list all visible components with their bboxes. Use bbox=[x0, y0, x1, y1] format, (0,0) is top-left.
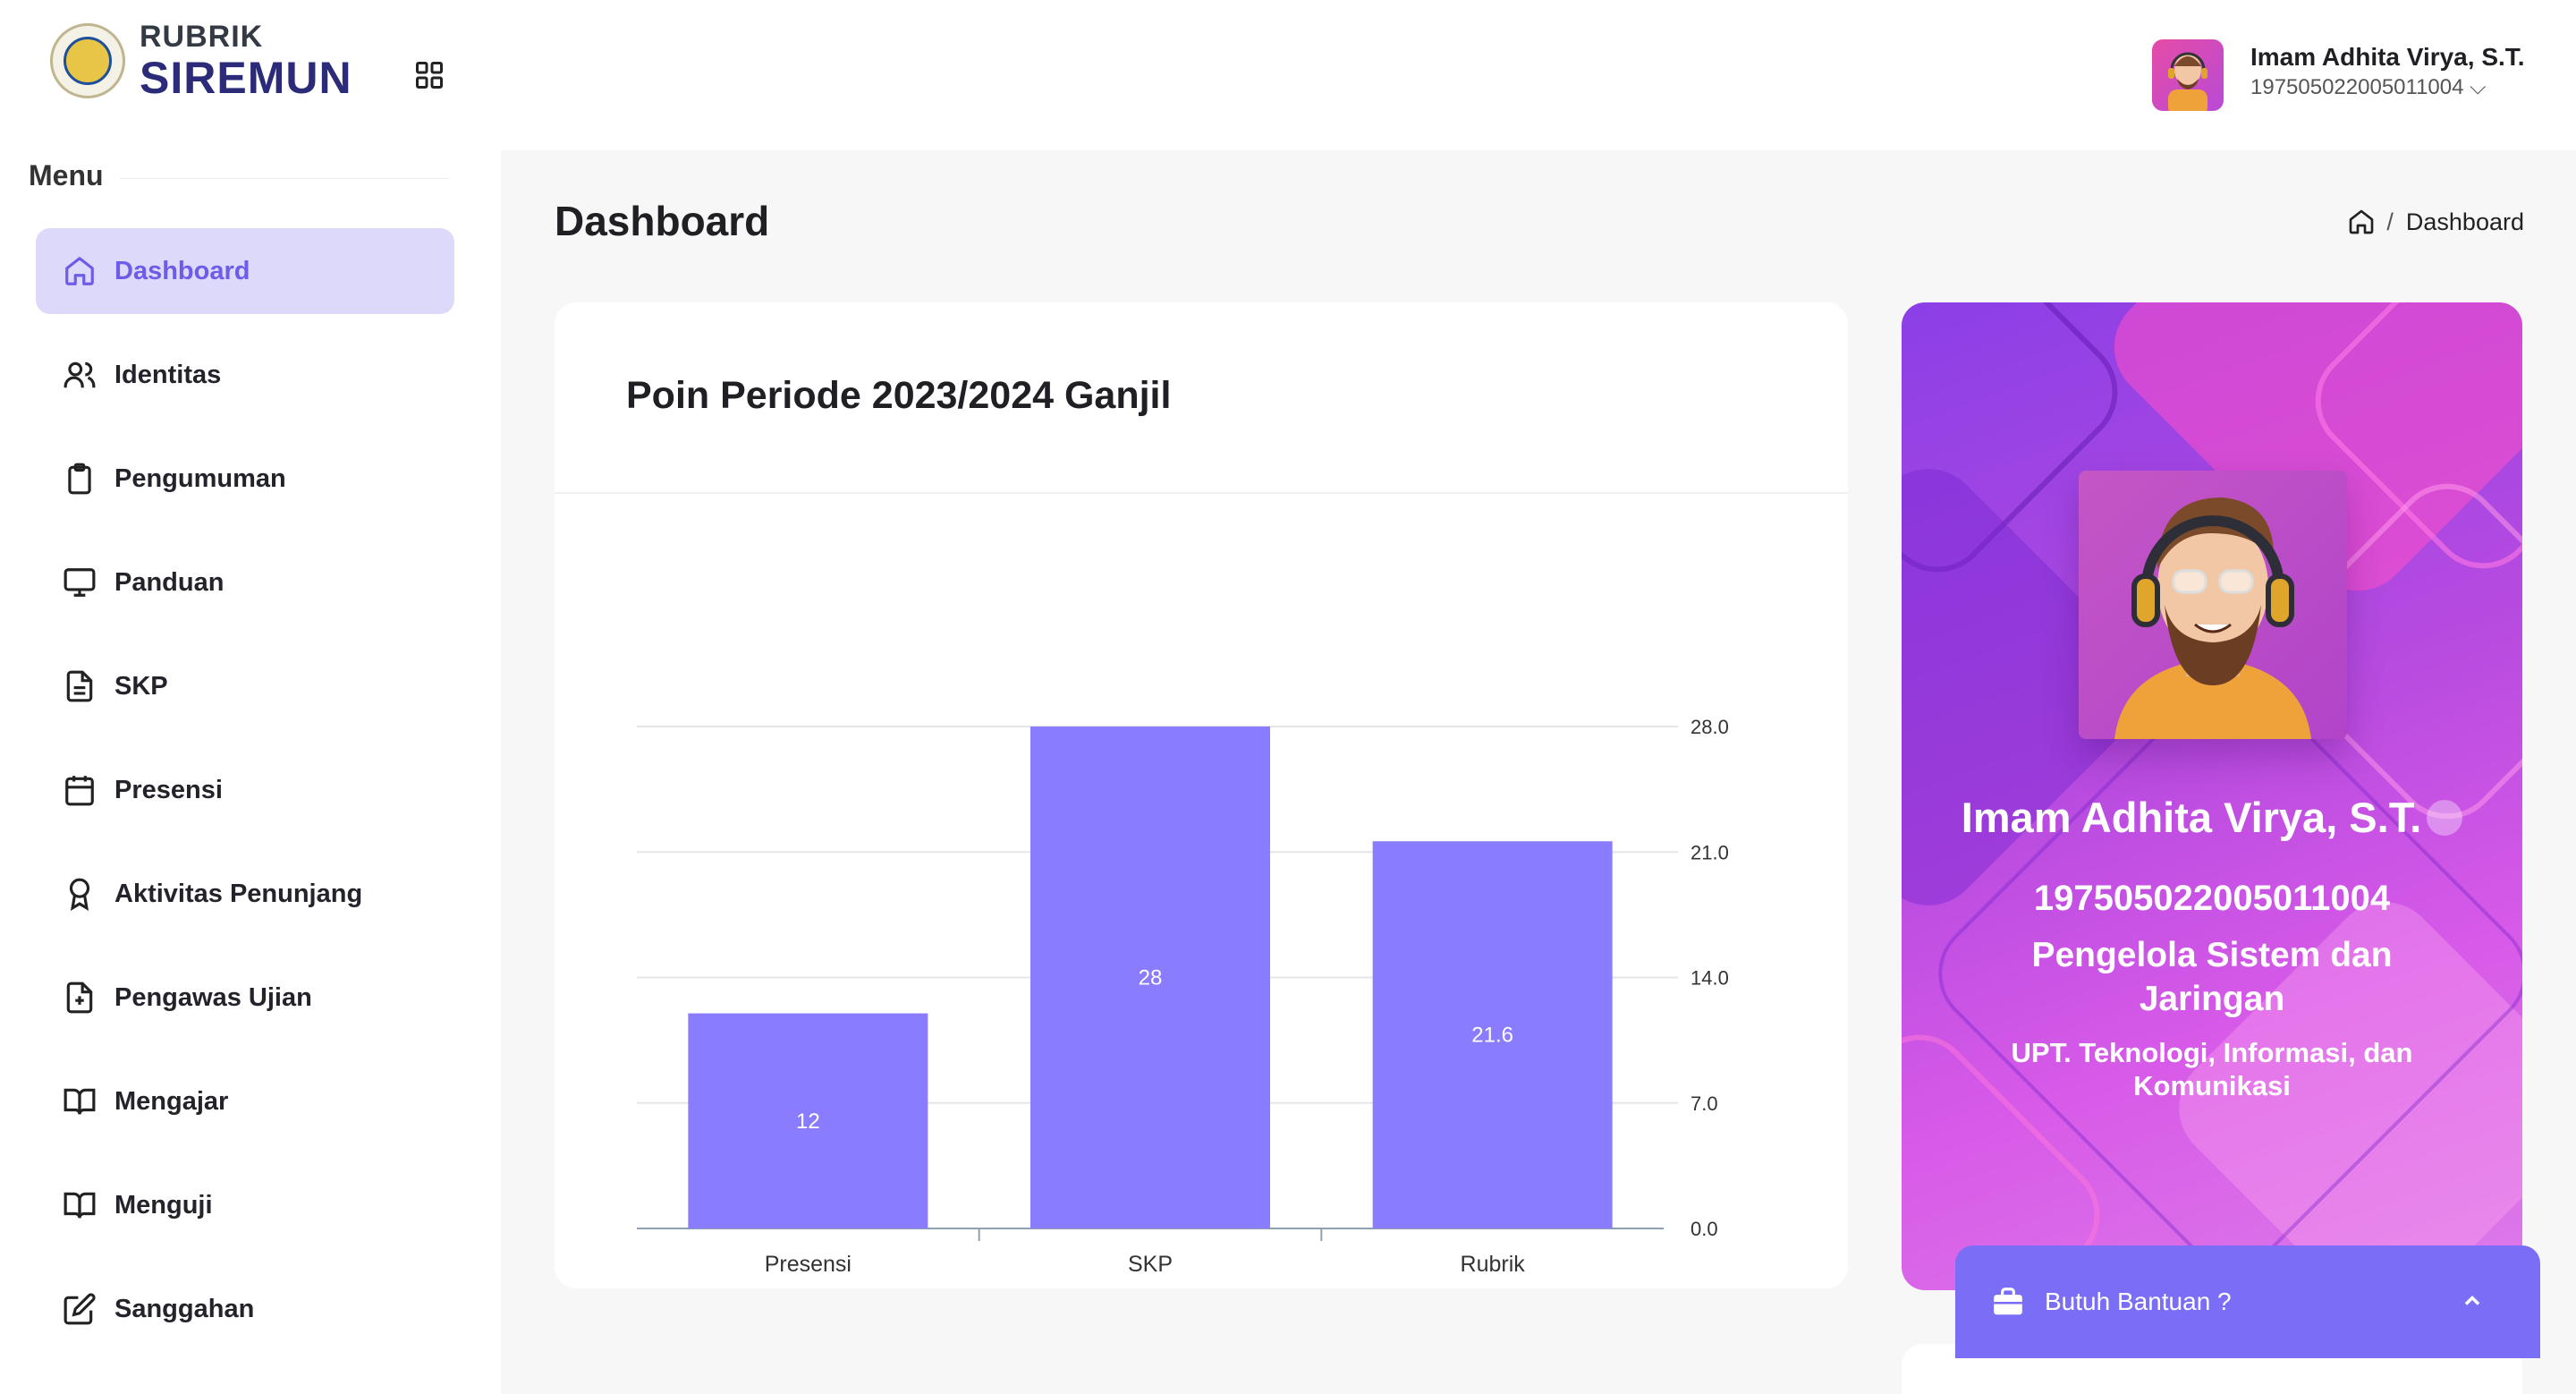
document-icon bbox=[66, 670, 93, 702]
header-user-name[interactable]: Imam Adhita Virya, S.T. bbox=[2250, 43, 2525, 72]
sidebar-item-aktivitas-penunjang[interactable]: Aktivitas Penunjang bbox=[36, 851, 454, 937]
profile-avatar-illustration-icon bbox=[2114, 497, 2311, 739]
user-avatar[interactable] bbox=[2152, 39, 2224, 111]
avatar-illustration-icon bbox=[2168, 52, 2207, 111]
breadcrumb-separator: / bbox=[2386, 208, 2394, 235]
sidebar-item-menguji[interactable]: Menguji bbox=[36, 1162, 454, 1248]
chart-title: Poin Periode 2023/2024 Ganjil bbox=[626, 374, 1172, 417]
x-tick-label: SKP bbox=[1128, 1252, 1173, 1277]
home-icon bbox=[65, 257, 94, 285]
sidebar-item-label: SKP bbox=[114, 671, 168, 701]
profile-card: Imam Adhita Virya, S.T. 1975050220050110… bbox=[1902, 302, 2522, 1290]
brand-line1: RUBRIK bbox=[140, 20, 264, 54]
monitor-icon bbox=[64, 568, 96, 597]
profile-role: Pengelola Sistem dan Jaringan bbox=[2031, 936, 2393, 1018]
sidebar-item-pengumuman[interactable]: Pengumuman bbox=[36, 436, 454, 522]
bar-value-label: 21.6 bbox=[1471, 1024, 1513, 1048]
profile-photo bbox=[2079, 471, 2347, 739]
sidebar-item-identitas[interactable]: Identitas bbox=[36, 332, 454, 418]
calendar-icon bbox=[65, 776, 94, 806]
sidebar-item-skp[interactable]: SKP bbox=[36, 643, 454, 729]
y-tick-label: 28.0 bbox=[1690, 716, 1729, 738]
university-seal-icon bbox=[50, 23, 125, 98]
breadcrumb: / Dashboard bbox=[2347, 208, 2524, 236]
book-open-icon bbox=[64, 1192, 96, 1219]
profile-name: Imam Adhita Virya, S.T. bbox=[1902, 793, 2522, 842]
book-open-icon bbox=[64, 1088, 96, 1115]
help-widget[interactable]: Butuh Bantuan ? bbox=[1955, 1245, 2540, 1358]
award-icon bbox=[69, 878, 90, 911]
verified-check-icon bbox=[2427, 799, 2463, 836]
sidebar-item-dashboard[interactable]: Dashboard bbox=[36, 228, 454, 314]
sidebar-item-panduan[interactable]: Panduan bbox=[36, 540, 454, 625]
header-user-id-dropdown[interactable]: 197505022005011004 ⌵ bbox=[2250, 75, 2486, 100]
sidebar-item-sanggahan[interactable]: Sanggahan bbox=[36, 1266, 454, 1352]
edit-icon bbox=[64, 1293, 96, 1325]
sidebar-item-pengawas-ujian[interactable]: Pengawas Ujian bbox=[36, 955, 454, 1041]
breadcrumb-current: Dashboard bbox=[2405, 208, 2524, 235]
clipboard-icon bbox=[68, 463, 91, 495]
chevron-up-icon[interactable] bbox=[2460, 1288, 2485, 1313]
home-icon[interactable] bbox=[2347, 208, 2376, 236]
x-tick-label: Presensi bbox=[765, 1252, 852, 1277]
sidebar-item-presensi[interactable]: Presensi bbox=[36, 747, 454, 833]
profile-unit: UPT. Teknologi, Informasi, dan Komunikas… bbox=[2011, 1037, 2413, 1102]
briefcase-icon bbox=[1994, 1288, 2022, 1315]
profile-nip: 197505022005011004 bbox=[2033, 879, 2391, 918]
brand-line2: SIREMUN bbox=[140, 53, 352, 103]
sidebar-item-mengajar[interactable]: Mengajar bbox=[36, 1058, 454, 1144]
y-tick-label: 14.0 bbox=[1690, 967, 1729, 990]
sidebar-item-label: Presensi bbox=[114, 775, 223, 804]
file-plus-icon bbox=[66, 982, 93, 1014]
grid-icon[interactable] bbox=[413, 59, 445, 91]
sidebar-item-label: Identitas bbox=[114, 360, 222, 389]
bar-chart: 0.0 7.0 14.0 21.0 28.0 12 Presensi 28 SKP 21.6 Rub… bbox=[637, 716, 1729, 1277]
brand-logo[interactable]: RUBRIK SIREMUN bbox=[50, 21, 352, 100]
sidebar-item-label: Mengajar bbox=[114, 1086, 229, 1116]
bar-value-label: 12 bbox=[796, 1109, 820, 1134]
page-title: Dashboard bbox=[555, 198, 770, 244]
sidebar-item-label: Pengumuman bbox=[114, 463, 286, 493]
menu-heading: Menu bbox=[29, 159, 449, 192]
help-label: Butuh Bantuan ? bbox=[2045, 1288, 2232, 1315]
bar-value-label: 28 bbox=[1139, 966, 1163, 990]
sidebar: RUBRIK SIREMUN Menu Dashboard Identitas … bbox=[0, 0, 501, 1394]
sidebar-item-label: Panduan bbox=[114, 567, 225, 597]
users-icon bbox=[64, 361, 96, 388]
sidebar-item-label: Sanggahan bbox=[114, 1294, 255, 1323]
sidebar-item-label: Aktivitas Penunjang bbox=[114, 879, 363, 908]
sidebar-item-label: Menguji bbox=[114, 1190, 213, 1220]
y-tick-label: 0.0 bbox=[1690, 1218, 1718, 1240]
sidebar-item-label: Pengawas Ujian bbox=[114, 982, 312, 1012]
y-tick-label: 7.0 bbox=[1690, 1092, 1718, 1115]
y-tick-label: 21.0 bbox=[1690, 841, 1729, 863]
x-tick-label: Rubrik bbox=[1461, 1252, 1526, 1277]
sidebar-item-label: Dashboard bbox=[114, 256, 250, 285]
points-chart-card: Poin Periode 2023/2024 Ganjil 0.0 7.0 14.0… bbox=[555, 302, 1848, 1288]
sidebar-menu: Dashboard Identitas Pengumuman Panduan S… bbox=[36, 228, 454, 1352]
